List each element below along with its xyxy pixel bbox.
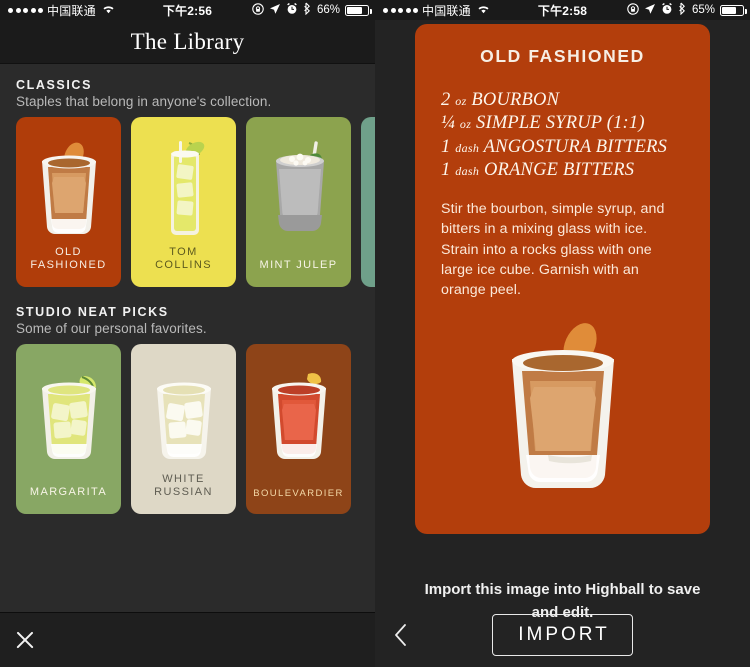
ingredient-row: 1 dash ORANGE BITTERS xyxy=(441,159,684,182)
drink-card-old-fashioned[interactable]: OLD FASHIONED xyxy=(16,117,121,287)
drink-card-partial[interactable] xyxy=(361,117,375,287)
recipe-preview-area: OLD FASHIONED 2 oz BOURBON ¼ oz SIMPLE S… xyxy=(375,24,750,667)
bottom-toolbar-right: IMPORT xyxy=(375,603,750,667)
card-label: BOULEVARDIER xyxy=(253,488,344,500)
dual-screenshot: 中国联通 下午2:56 66% The Library CLASSICS Sta… xyxy=(0,0,750,667)
bluetooth-icon xyxy=(678,2,687,18)
battery-percent-label: 66% xyxy=(316,4,340,16)
wifi-icon xyxy=(102,4,115,17)
drink-card-mint-julep[interactable]: MINT JULEP xyxy=(246,117,351,287)
bottom-toolbar-left xyxy=(0,612,375,667)
location-arrow-icon xyxy=(269,3,281,18)
rotation-lock-icon xyxy=(252,2,264,18)
ingredient-list: 2 oz BOURBON ¼ oz SIMPLE SYRUP (1:1) 1 d… xyxy=(441,89,684,183)
ingredient-unit: dash xyxy=(455,140,480,155)
ingredient-amount: 2 xyxy=(441,90,451,110)
card-row-classics[interactable]: OLD FASHIONED TOM COLLINS MINT JULEP xyxy=(0,117,375,287)
card-label: MARGARITA xyxy=(29,486,108,499)
close-icon[interactable] xyxy=(14,629,36,651)
ingredient-name: ORANGE BITTERS xyxy=(483,160,635,181)
recipe-card: OLD FASHIONED 2 oz BOURBON ¼ oz SIMPLE S… xyxy=(415,24,710,534)
old-fashioned-illustration xyxy=(16,133,121,245)
section-header: CLASSICS Staples that belong in anyone's… xyxy=(0,78,375,117)
card-label: MINT JULEP xyxy=(259,259,338,272)
bluetooth-icon xyxy=(303,2,312,18)
card-label: OLD FASHIONED xyxy=(30,245,107,272)
status-bar-indicators: 65% xyxy=(627,2,747,18)
location-arrow-icon xyxy=(644,3,656,18)
white-russian-illustration xyxy=(131,360,236,472)
carrier-label: 中国联通 xyxy=(47,3,96,18)
card-row-studio-picks[interactable]: MARGARITA WHITE RUSSIAN BOULEVARDIER xyxy=(0,344,375,514)
battery-percent-label: 65% xyxy=(691,4,715,16)
drink-card-boulevardier[interactable]: BOULEVARDIER xyxy=(246,344,351,514)
wifi-icon xyxy=(477,4,490,17)
section-subtitle: Some of our personal favorites. xyxy=(16,321,207,336)
ingredient-name: SIMPLE SYRUP (1:1) xyxy=(476,113,645,134)
ingredient-unit: oz xyxy=(455,94,467,108)
drink-card-margarita[interactable]: MARGARITA xyxy=(16,344,121,514)
status-bar-carrier-group: 中国联通 xyxy=(8,2,115,19)
library-screen: 中国联通 下午2:56 66% The Library CLASSICS Sta… xyxy=(0,0,375,667)
mint-julep-illustration xyxy=(246,133,351,245)
card-label: TOM COLLINS xyxy=(155,245,212,272)
import-button[interactable]: IMPORT xyxy=(492,614,633,656)
old-fashioned-large-illustration xyxy=(415,315,710,500)
signal-dots-icon xyxy=(8,7,43,13)
ingredient-amount: 1 xyxy=(441,136,451,157)
ingredient-name: BOURBON xyxy=(471,90,560,110)
drink-card-tom-collins[interactable]: TOM COLLINS xyxy=(131,117,236,287)
ingredient-name: ANGOSTURA BITTERS xyxy=(483,136,668,157)
status-bar-carrier-group: 中国联通 xyxy=(383,2,490,19)
rotation-lock-icon xyxy=(627,2,639,18)
signal-dots-icon xyxy=(383,7,418,13)
battery-icon xyxy=(345,4,372,16)
ingredient-row: 1 dash ANGOSTURA BITTERS xyxy=(441,136,684,159)
alarm-clock-icon xyxy=(661,2,673,18)
carrier-label: 中国联通 xyxy=(422,3,471,18)
library-scroll-area[interactable]: CLASSICS Staples that belong in anyone's… xyxy=(0,64,375,612)
section-classics: CLASSICS Staples that belong in anyone's… xyxy=(0,64,375,287)
card-label: WHITE RUSSIAN xyxy=(154,472,213,499)
section-title: CLASSICS xyxy=(16,78,93,92)
margarita-illustration xyxy=(16,360,121,472)
ingredient-row: 2 oz BOURBON xyxy=(441,89,684,112)
section-header: STUDIO NEAT PICKS Some of our personal f… xyxy=(0,305,375,344)
alarm-clock-icon xyxy=(286,2,298,18)
status-bar-right: 中国联通 下午2:58 65% xyxy=(375,0,750,20)
section-subtitle: Staples that belong in anyone's collecti… xyxy=(16,94,272,109)
ingredient-row: ¼ oz SIMPLE SYRUP (1:1) xyxy=(441,112,684,135)
ingredient-unit: dash xyxy=(455,164,480,179)
tom-collins-illustration xyxy=(131,133,236,245)
ingredient-unit: oz xyxy=(459,117,472,132)
section-studio-neat-picks: STUDIO NEAT PICKS Some of our personal f… xyxy=(0,287,375,514)
drink-card-white-russian[interactable]: WHITE RUSSIAN xyxy=(131,344,236,514)
status-bar-left: 中国联通 下午2:56 66% xyxy=(0,0,375,20)
back-chevron-icon[interactable] xyxy=(393,623,408,647)
boulevardier-illustration xyxy=(246,360,351,472)
recipe-import-screen: 中国联通 下午2:58 65% OLD FASHIONED 2 oz BOURB… xyxy=(375,0,750,667)
ingredient-amount: ¼ xyxy=(441,113,456,134)
section-title: STUDIO NEAT PICKS xyxy=(16,305,169,319)
page-title: The Library xyxy=(0,20,375,64)
recipe-title: OLD FASHIONED xyxy=(480,46,645,66)
battery-icon xyxy=(720,4,747,16)
status-bar-indicators: 66% xyxy=(252,2,372,18)
ingredient-amount: 1 xyxy=(441,160,451,181)
recipe-instructions: Stir the bourbon, simple syrup, and bitt… xyxy=(441,200,665,299)
